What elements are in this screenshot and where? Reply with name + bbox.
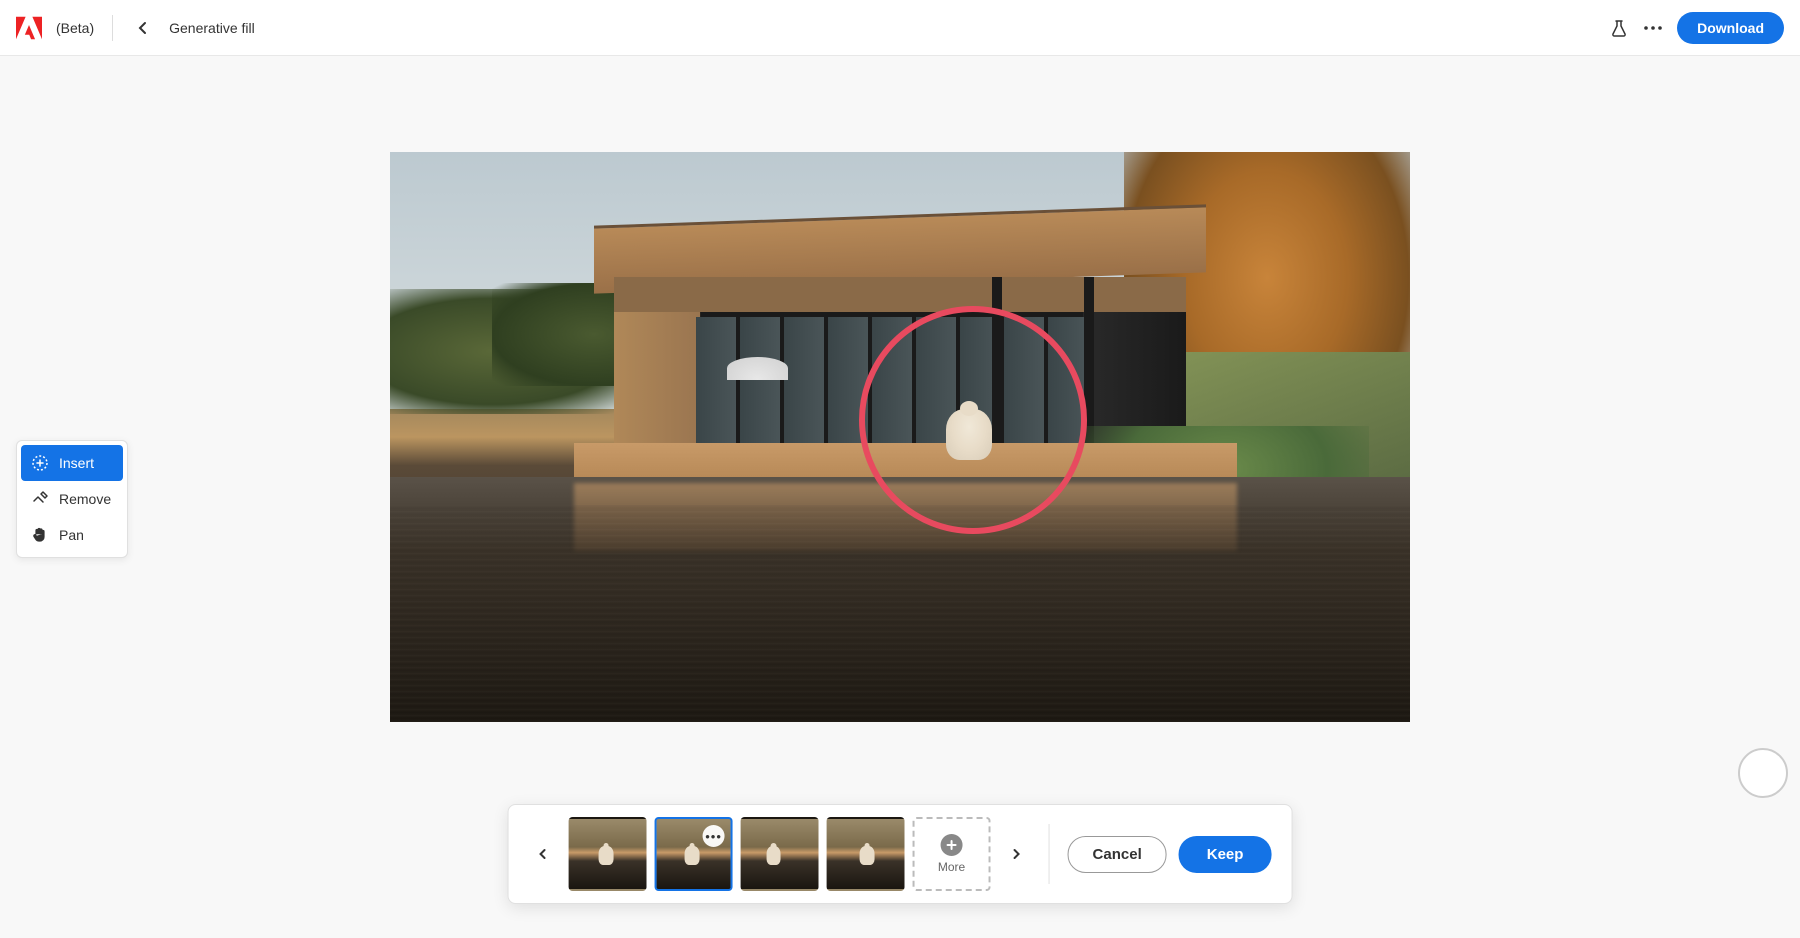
more-horizontal-icon: [1644, 26, 1662, 30]
adobe-logo-icon: [16, 16, 42, 40]
chevron-left-icon: [537, 848, 549, 860]
back-button[interactable]: [131, 16, 155, 40]
chevron-right-icon: [1011, 848, 1023, 860]
chevron-left-icon: [136, 21, 150, 35]
plus-icon: [941, 834, 963, 856]
tool-pan[interactable]: Pan: [21, 517, 123, 553]
canvas-area[interactable]: [390, 152, 1410, 722]
remove-icon: [31, 490, 49, 508]
variation-thumb[interactable]: [569, 817, 647, 891]
keep-button[interactable]: Keep: [1179, 836, 1272, 873]
tool-remove[interactable]: Remove: [21, 481, 123, 517]
variation-thumb[interactable]: [741, 817, 819, 891]
floating-help-button[interactable]: [1738, 748, 1788, 798]
thumb-options-icon[interactable]: •••: [703, 825, 725, 847]
variation-thumbnails: ••• More: [569, 817, 991, 891]
beaker-icon[interactable]: [1609, 18, 1629, 38]
tool-label: Insert: [59, 455, 94, 471]
header-right: Download: [1609, 12, 1784, 44]
pan-icon: [31, 526, 49, 544]
page-title: Generative fill: [169, 20, 255, 36]
tool-insert[interactable]: Insert: [21, 445, 123, 481]
variations-panel: ••• More Cancel Keep: [508, 804, 1293, 904]
tool-label: Pan: [59, 527, 84, 543]
more-options-button[interactable]: [1641, 16, 1665, 40]
header-left: (Beta) Generative fill: [16, 15, 255, 41]
app-header: (Beta) Generative fill Download: [0, 0, 1800, 56]
tool-label: Remove: [59, 491, 111, 507]
more-label: More: [938, 860, 965, 874]
action-buttons: Cancel Keep: [1068, 836, 1272, 873]
generate-more-button[interactable]: More: [913, 817, 991, 891]
main-image: [390, 152, 1410, 722]
cancel-button[interactable]: Cancel: [1068, 836, 1167, 873]
divider: [112, 15, 113, 41]
download-button[interactable]: Download: [1677, 12, 1784, 44]
insert-icon: [31, 454, 49, 472]
prev-variation-button[interactable]: [529, 840, 557, 868]
beta-label: (Beta): [56, 20, 94, 36]
next-variation-button[interactable]: [1003, 840, 1031, 868]
variation-thumb[interactable]: [827, 817, 905, 891]
variation-thumb[interactable]: •••: [655, 817, 733, 891]
tool-panel: Insert Remove Pan: [16, 440, 128, 558]
divider: [1049, 824, 1050, 884]
